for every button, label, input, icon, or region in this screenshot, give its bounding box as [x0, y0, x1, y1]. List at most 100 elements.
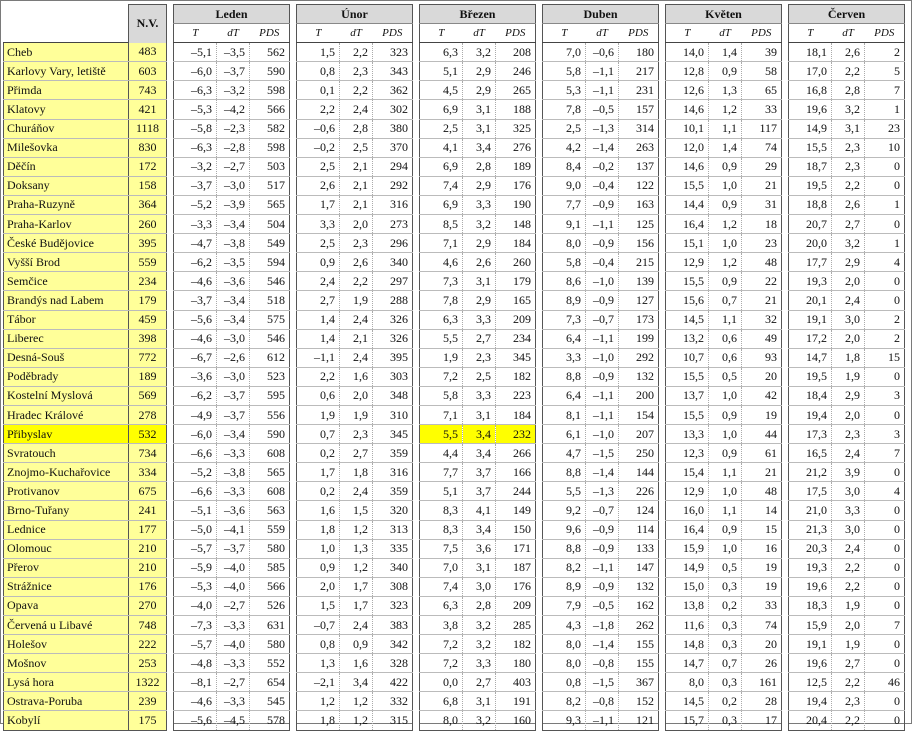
value-cell-pds: 48 [741, 481, 782, 502]
value-cell-pds: 545 [249, 691, 290, 712]
value-cell-dt: –0,9 [585, 577, 619, 597]
column-gap [781, 80, 789, 100]
table-row: Opava 270 –4,0 –2,7 526 1,5 1,7 323 6,3 2,8 209 7,9… [3, 596, 905, 617]
value-cell-dt: 1,7 [339, 577, 373, 597]
column-gap [781, 310, 789, 330]
column-gap [166, 138, 174, 158]
value-cell-dt: –1,0 [585, 271, 619, 292]
table-row: Červená u Libavé 748 –7,3 –3,3 631 –0,7 2,4 383… [3, 615, 905, 636]
value-cell-pds: 273 [372, 214, 413, 235]
value-cell-t: 8,0 [665, 672, 709, 693]
value-cell-dt: 0,6 [708, 348, 742, 368]
value-cell-t: 0,1 [296, 80, 340, 101]
value-cell-t: 19,6 [788, 577, 832, 597]
value-cell-pds: 340 [372, 252, 413, 273]
value-cell-t: 15,5 [788, 138, 832, 158]
value-cell-t: 0,8 [296, 634, 340, 655]
value-cell-dt: –3,4 [216, 214, 250, 235]
value-cell-t: 0,9 [296, 558, 340, 578]
subheader-t: T [542, 23, 586, 44]
column-gap [412, 424, 420, 444]
value-cell-t: 5,1 [419, 481, 463, 502]
value-cell-t: –6,6 [173, 443, 217, 464]
station-name: Přibyslav [3, 424, 129, 445]
column-gap [781, 577, 789, 597]
header-month-unor: Únor [296, 3, 413, 25]
value-cell-dt: 2,4 [339, 310, 373, 330]
column-gap [412, 481, 420, 501]
value-cell-t: 1,2 [296, 691, 340, 712]
value-cell-pds: 157 [618, 99, 659, 120]
value-cell-dt: 1,0 [708, 176, 742, 196]
value-cell-dt: 1,2 [708, 214, 742, 235]
column-gap [658, 367, 666, 387]
column-gap [535, 481, 543, 501]
value-cell-t: 14,7 [788, 348, 832, 368]
value-cell-t: 15,9 [788, 615, 832, 636]
column-gap [781, 138, 789, 158]
value-cell-pds: 7 [864, 80, 905, 101]
value-cell-t: –4,8 [173, 653, 217, 674]
value-cell-dt: 2,1 [339, 157, 373, 177]
value-cell-pds: 217 [618, 61, 659, 82]
value-cell-dt: 2,4 [831, 539, 865, 559]
value-cell-pds: 263 [618, 138, 659, 158]
value-cell-dt: –3,8 [216, 462, 250, 483]
value-cell-t: 9,2 [542, 500, 586, 521]
column-gap [412, 710, 420, 731]
value-cell-t: 19,6 [788, 99, 832, 120]
column-gap [781, 596, 789, 616]
value-cell-t: 0,8 [296, 61, 340, 82]
station-name: Svratouch [3, 443, 129, 464]
value-cell-t: 14,6 [665, 157, 709, 177]
value-cell-pds: 162 [618, 596, 659, 617]
value-cell-pds: 608 [249, 481, 290, 502]
column-gap [289, 195, 297, 215]
value-cell-t: 6,8 [419, 691, 463, 712]
value-cell-pds: 48 [741, 252, 782, 273]
value-cell-t: –6,6 [173, 481, 217, 502]
value-cell-pds: 7 [864, 615, 905, 636]
value-cell-t: 2,4 [296, 271, 340, 292]
column-gap [412, 367, 420, 387]
climate-table: N.V. Leden Únor Březen Duben Květen Červ… [3, 3, 905, 731]
value-cell-dt: 0,2 [708, 596, 742, 617]
value-cell-t: –6,0 [173, 61, 217, 82]
value-cell-dt: 2,6 [462, 252, 496, 273]
value-cell-dt: 3,7 [462, 481, 496, 502]
value-cell-t: 14,5 [665, 310, 709, 330]
value-cell-pds: 114 [618, 520, 659, 540]
value-cell-t: –3,6 [173, 367, 217, 387]
value-cell-t: –4,0 [173, 596, 217, 617]
value-cell-t: 16,0 [665, 500, 709, 521]
column-gap [781, 99, 789, 120]
subheader-pds: PDS [618, 23, 659, 44]
subheader-gap [781, 23, 789, 43]
value-cell-dt: –1,1 [585, 558, 619, 578]
value-cell-pds: 215 [618, 252, 659, 273]
table-row: Lednice 177 –5,0 –4,1 559 1,8 1,2 313 8,3 3,4 150 9… [3, 520, 905, 540]
value-cell-dt: –1,8 [585, 615, 619, 636]
value-cell-pds: 370 [372, 138, 413, 158]
column-gap [289, 329, 297, 349]
value-cell-t: 18,7 [788, 157, 832, 177]
value-cell-t: 7,8 [419, 290, 463, 311]
value-cell-dt: –1,1 [585, 214, 619, 235]
column-gap [658, 500, 666, 521]
station-name: Hradec Králové [3, 405, 129, 426]
column-gap [658, 310, 666, 330]
column-gap [166, 233, 174, 253]
value-cell-dt: 3,0 [831, 310, 865, 330]
table-row: Přibyslav 532 –6,0 –3,4 590 0,7 2,3 345 5,5 3,4 23… [3, 424, 905, 445]
value-cell-t: 21,3 [788, 520, 832, 540]
value-cell-pds: 42 [741, 386, 782, 406]
value-cell-dt: 2,9 [462, 80, 496, 101]
value-cell-pds: 21 [741, 462, 782, 483]
column-gap [166, 500, 174, 521]
value-cell-pds: 342 [372, 634, 413, 655]
value-cell-pds: 575 [249, 310, 290, 330]
station-altitude: 239 [128, 691, 167, 712]
value-cell-pds: 223 [495, 386, 536, 406]
value-cell-dt: –3,2 [216, 80, 250, 101]
value-cell-dt: 1,1 [708, 119, 742, 139]
